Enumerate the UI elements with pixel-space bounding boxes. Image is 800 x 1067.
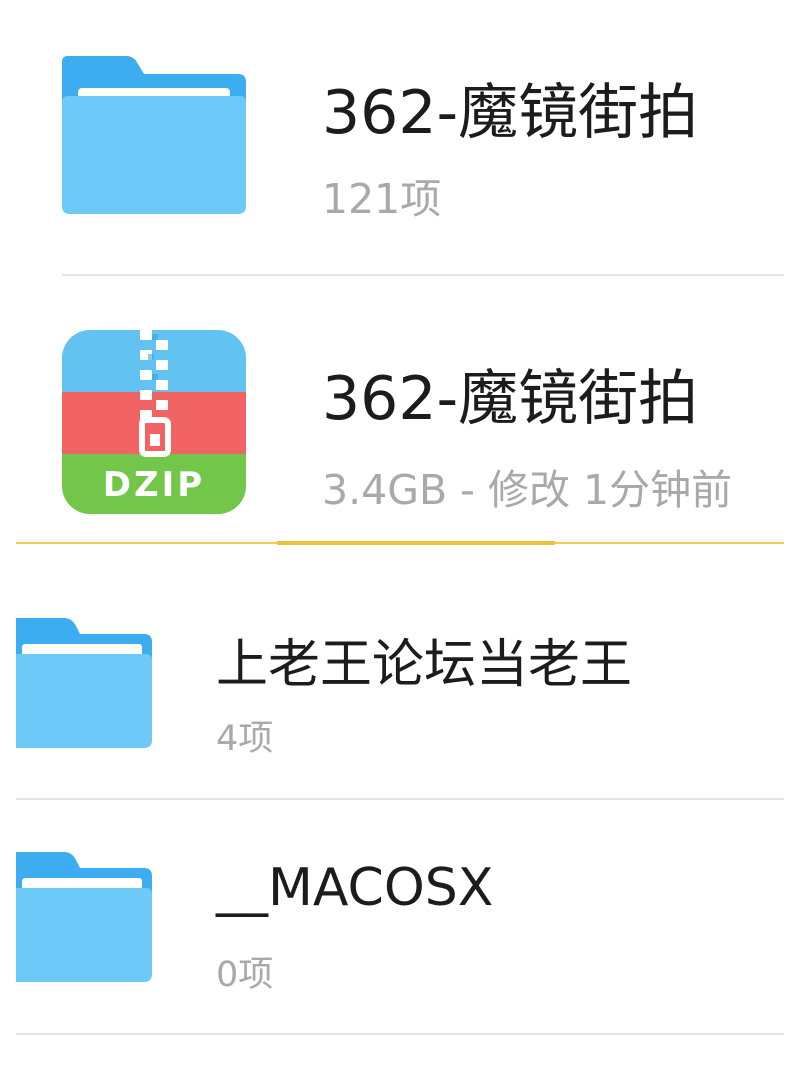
file-meta: 3.4GB - 修改 1分钟前 <box>322 466 733 514</box>
zip-badge-label: DZIP <box>103 465 205 505</box>
row-divider <box>16 1033 784 1035</box>
file-name: 上老王论坛当老王 <box>216 635 633 695</box>
folder-icon <box>62 56 246 214</box>
file-meta: 121项 <box>322 175 442 223</box>
zip-archive-icon: DZIP <box>62 330 246 514</box>
file-row-folder-laowang[interactable]: 上老王论坛当老王 4项 <box>0 560 784 798</box>
file-row-zip-362[interactable]: DZIP 362-魔镜街拍 3.4GB - 修改 1分钟前 <box>0 276 784 538</box>
file-meta: 4项 <box>216 719 274 759</box>
file-name: 362-魔镜街拍 <box>322 78 699 148</box>
file-name: __MACOSX <box>216 858 494 918</box>
file-name: 362-魔镜街拍 <box>322 364 699 434</box>
folder-icon <box>16 852 152 982</box>
file-meta: 0项 <box>216 955 274 995</box>
file-row-folder-362[interactable]: 362-魔镜街拍 121项 <box>0 0 784 272</box>
row-highlight-accent <box>277 541 555 545</box>
file-row-folder-macosx[interactable]: __MACOSX 0项 <box>0 800 784 1034</box>
folder-icon <box>16 618 152 748</box>
file-list-screen: 362-魔镜街拍 121项 DZIP 362-魔镜街拍 3.4GB - 修改 1… <box>0 0 800 1067</box>
